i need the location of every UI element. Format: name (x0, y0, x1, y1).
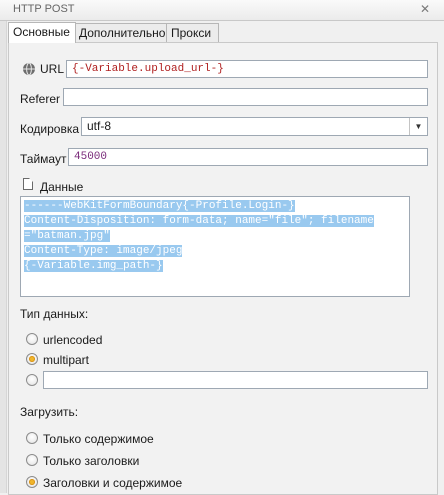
timeout-label: Таймаут (20, 152, 67, 166)
left-panel-strip (0, 20, 7, 493)
tab-proxy[interactable]: Прокси (166, 23, 219, 42)
radio-custom[interactable] (26, 374, 38, 386)
radio-urlencoded[interactable] (26, 333, 38, 345)
data-line: ="batman.jpg" (24, 230, 110, 242)
url-label: URL (40, 62, 65, 76)
data-line: {-Variable.img_path-} (24, 260, 163, 272)
data-label: Данные (40, 180, 84, 194)
window-titlebar: HTTP POST ✕ (0, 0, 444, 21)
radio-content-only[interactable] (26, 432, 38, 444)
encoding-label: Кодировка (20, 122, 80, 136)
url-input[interactable]: {-Variable.upload_url-} (66, 60, 428, 78)
referer-label: Referer (20, 92, 61, 106)
radio-headers-only-label: Только заголовки (43, 454, 140, 468)
tab-main[interactable]: Основные (8, 22, 76, 43)
url-value: {-Variable.upload_url-} (72, 63, 224, 75)
radio-multipart-label: multipart (43, 353, 90, 367)
timeout-input[interactable]: 45000 (68, 148, 428, 166)
load-label: Загрузить: (20, 405, 79, 419)
chevron-down-icon[interactable]: ▼ (409, 118, 427, 135)
data-textarea[interactable]: ------WebKitFormBoundary{-Profile.Login-… (20, 196, 410, 297)
radio-content-only-label: Только содержимое (43, 432, 154, 446)
document-icon (23, 178, 33, 190)
encoding-value: utf-8 (87, 119, 112, 133)
data-line: ------WebKitFormBoundary{-Profile.Login-… (24, 200, 295, 212)
radio-headers-and-content-label: Заголовки и содержимое (43, 476, 183, 490)
window-title: HTTP POST (13, 3, 75, 15)
custom-type-input[interactable] (43, 371, 428, 389)
radio-urlencoded-label: urlencoded (43, 333, 103, 347)
encoding-select[interactable]: utf-8 ▼ (81, 117, 428, 136)
radio-headers-only[interactable] (26, 454, 38, 466)
radio-multipart[interactable] (26, 353, 38, 365)
tab-additional[interactable]: Дополнительно (74, 23, 173, 42)
referer-input[interactable] (63, 88, 428, 106)
data-type-label: Тип данных: (20, 307, 89, 321)
data-line: Content-Disposition: form-data; name="fi… (24, 215, 374, 227)
data-line: Content-Type: image/jpeg (24, 245, 183, 257)
timeout-value: 45000 (74, 151, 108, 163)
close-icon[interactable]: ✕ (419, 3, 431, 15)
radio-headers-and-content[interactable] (26, 476, 38, 488)
globe-icon (23, 62, 35, 76)
